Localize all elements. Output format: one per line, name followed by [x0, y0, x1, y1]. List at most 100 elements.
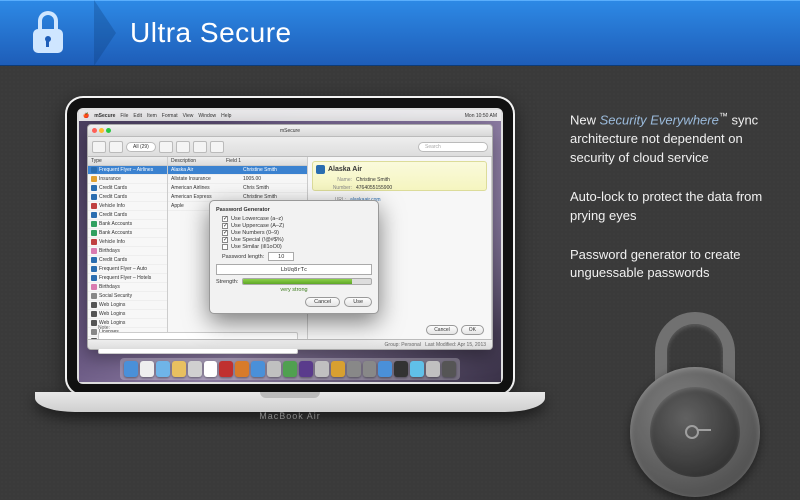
type-row[interactable]: Insurance [88, 175, 167, 184]
apple-menu-icon[interactable]: 🍎 [83, 113, 89, 119]
type-icon [91, 176, 97, 182]
dock-app-icon[interactable] [235, 361, 249, 377]
menubar-window[interactable]: Window [198, 113, 216, 119]
record-cancel-button[interactable]: Cancel [426, 325, 458, 335]
dock-app-icon[interactable] [299, 361, 313, 377]
type-icon [91, 302, 97, 308]
type-column: Type Frequent Flyer – AirlinesInsuranceC… [88, 157, 168, 339]
dock-app-icon[interactable] [172, 361, 186, 377]
dock-app-icon[interactable] [331, 361, 345, 377]
type-row[interactable]: Web Logins [88, 310, 167, 319]
type-row[interactable]: Social Security [88, 292, 167, 301]
desc-header[interactable]: Description [171, 157, 196, 165]
dock-app-icon[interactable] [410, 361, 424, 377]
laptop-mockup: 🍎 mSecure File Edit Item Format View Win… [35, 96, 545, 456]
dock-app-icon[interactable] [347, 361, 361, 377]
dock-app-icon[interactable] [140, 361, 154, 377]
toolbar-lock-button[interactable] [92, 141, 106, 153]
type-row[interactable]: Web Logins [88, 301, 167, 310]
type-row[interactable]: Frequent Flyer – Auto [88, 265, 167, 274]
record-row[interactable]: Allstate Insurance1005.00 [168, 175, 307, 184]
toolbar-sync-button[interactable] [109, 141, 123, 153]
type-icon [91, 275, 97, 281]
laptop-screen: 🍎 mSecure File Edit Item Format View Win… [79, 110, 501, 382]
menubar-view[interactable]: View [183, 113, 194, 119]
detail-number: 4764055155900 [356, 185, 392, 191]
dock-app-icon[interactable] [251, 361, 265, 377]
record-row[interactable]: Alaska AirChristine Smith [168, 166, 307, 175]
toolbar-delete-button[interactable] [193, 141, 207, 153]
dock-app-icon[interactable] [204, 361, 218, 377]
menubar-edit[interactable]: Edit [133, 113, 142, 119]
type-icon [91, 284, 97, 290]
type-icon [91, 203, 97, 209]
pwdgen-use-button[interactable]: Use [344, 297, 372, 307]
search-input[interactable]: Search [418, 142, 488, 152]
toolbar-share-button[interactable] [210, 141, 224, 153]
similar-checkbox[interactable] [222, 244, 228, 250]
record-ok-button[interactable]: OK [461, 325, 484, 335]
type-row[interactable]: Frequent Flyer – Hotels [88, 274, 167, 283]
type-row[interactable]: Bank Accounts [88, 229, 167, 238]
feature-pwdgen: Password generator to create unguessable… [570, 246, 780, 284]
dock-app-icon[interactable] [426, 361, 440, 377]
type-icon [91, 212, 97, 218]
detail-name: Christine Smith [356, 177, 390, 183]
toolbar-add-button[interactable] [159, 141, 173, 153]
chevron-right-icon [94, 0, 116, 66]
type-row[interactable]: Vehicle Info [88, 238, 167, 247]
type-row[interactable]: Birthdays [88, 283, 167, 292]
menubar-item[interactable]: Item [147, 113, 157, 119]
macos-dock[interactable] [120, 358, 460, 380]
type-row[interactable]: Birthdays [88, 247, 167, 256]
menubar-format[interactable]: Format [162, 113, 178, 119]
dock-app-icon[interactable] [378, 361, 392, 377]
length-stepper[interactable]: 10 [268, 252, 294, 261]
type-row[interactable]: Credit Cards [88, 193, 167, 202]
type-row[interactable]: Credit Cards [88, 184, 167, 193]
zoom-icon[interactable] [106, 128, 111, 133]
type-icon [91, 230, 97, 236]
strength-meter [242, 278, 372, 285]
dock-app-icon[interactable] [315, 361, 329, 377]
type-row[interactable]: Credit Cards [88, 211, 167, 220]
type-icon [91, 266, 97, 272]
type-row[interactable]: Frequent Flyer – Airlines [88, 166, 167, 175]
window-titlebar[interactable]: mSecure [88, 125, 492, 137]
close-icon[interactable] [92, 128, 97, 133]
feature-list: New Security Everywhere™ sync architectu… [570, 110, 780, 303]
type-icon [91, 320, 97, 326]
pwdgen-cancel-button[interactable]: Cancel [305, 297, 340, 307]
special-checkbox[interactable] [222, 237, 228, 243]
dock-app-icon[interactable] [442, 361, 456, 377]
type-icon [91, 257, 97, 263]
type-row[interactable]: Vehicle Info [88, 202, 167, 211]
window-title: mSecure [280, 128, 300, 134]
banner-logo-box [0, 1, 95, 65]
dock-app-icon[interactable] [283, 361, 297, 377]
type-row[interactable]: Bank Accounts [88, 220, 167, 229]
laptop-brand: MacBook Air [35, 411, 545, 421]
menubar-file[interactable]: File [120, 113, 128, 119]
dock-app-icon[interactable] [188, 361, 202, 377]
dock-app-icon[interactable] [267, 361, 281, 377]
banner-title: Ultra Secure [130, 17, 292, 49]
field1-header[interactable]: Field 1 [226, 157, 241, 165]
macos-menubar[interactable]: 🍎 mSecure File Edit Item Format View Win… [79, 110, 501, 121]
minimize-icon[interactable] [99, 128, 104, 133]
type-icon [91, 293, 97, 299]
dock-app-icon[interactable] [156, 361, 170, 377]
menubar-app[interactable]: mSecure [94, 113, 115, 119]
toolbar-edit-button[interactable] [176, 141, 190, 153]
dock-app-icon[interactable] [394, 361, 408, 377]
generated-password-field[interactable]: LbUq8rTc [216, 264, 372, 275]
dock-app-icon[interactable] [363, 361, 377, 377]
menubar-help[interactable]: Help [221, 113, 231, 119]
dock-app-icon[interactable] [124, 361, 138, 377]
type-icon [91, 311, 97, 317]
type-row[interactable]: Credit Cards [88, 256, 167, 265]
dock-app-icon[interactable] [219, 361, 233, 377]
record-row[interactable]: American AirlinesChris Smith [168, 184, 307, 193]
filter-pill[interactable]: All (29) [126, 142, 156, 152]
type-header[interactable]: Type [91, 157, 102, 165]
